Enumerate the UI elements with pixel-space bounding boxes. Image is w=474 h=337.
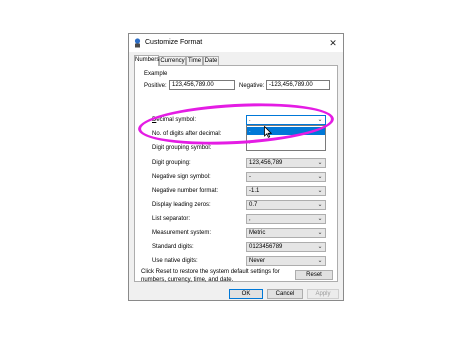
negative-sign-symbol-label: Negative sign symbol: bbox=[152, 174, 211, 180]
leading-zeros-combo[interactable]: 0.7 ⌄ bbox=[246, 200, 326, 210]
standard-digits-combo[interactable]: 0123456789 ⌄ bbox=[246, 242, 326, 252]
negative-example-field: -123,456,789.00 bbox=[266, 80, 330, 90]
mouse-pointer-icon bbox=[264, 126, 272, 138]
chevron-down-icon[interactable]: ⌄ bbox=[316, 159, 324, 167]
ok-button[interactable]: OK bbox=[229, 289, 263, 299]
use-native-digits-value: Never bbox=[249, 258, 266, 264]
chevron-down-icon[interactable]: ⌄ bbox=[316, 173, 324, 181]
reset-hint-line2: numbers, currency, time, and date. bbox=[141, 277, 234, 283]
list-separator-value: , bbox=[249, 216, 251, 222]
digit-grouping-combo[interactable]: 123,456,789 ⌄ bbox=[246, 158, 326, 168]
digit-grouping-label: Digit grouping: bbox=[152, 160, 191, 166]
tab-currency[interactable]: Currency bbox=[159, 56, 186, 65]
title-bar[interactable]: Customize Format ✕ bbox=[129, 34, 343, 52]
chevron-down-icon[interactable]: ⌄ bbox=[316, 187, 324, 195]
leading-zeros-value: 0.7 bbox=[249, 202, 258, 208]
measurement-system-combo[interactable]: Metric ⌄ bbox=[246, 228, 326, 238]
chevron-down-icon[interactable]: ⌄ bbox=[316, 257, 324, 265]
negative-number-format-label: Negative number format: bbox=[152, 188, 219, 194]
chevron-down-icon[interactable]: ⌄ bbox=[316, 201, 324, 209]
negative-sign-combo[interactable]: - ⌄ bbox=[246, 172, 326, 182]
digit-grouping-symbol-label: Digit grouping symbol: bbox=[152, 145, 212, 151]
customize-format-dialog: Customize Format ✕ Numbers Currency Time… bbox=[128, 33, 344, 301]
chevron-down-icon[interactable]: ⌄ bbox=[316, 215, 324, 223]
negative-number-format-combo[interactable]: -1.1 ⌄ bbox=[246, 186, 326, 196]
tab-date[interactable]: Date bbox=[203, 56, 219, 65]
standard-digits-label: Standard digits: bbox=[152, 244, 194, 250]
region-icon bbox=[134, 38, 141, 48]
digit-grouping-value: 123,456,789 bbox=[249, 160, 283, 166]
reset-button[interactable]: Reset bbox=[295, 270, 333, 280]
standard-digits-value: 0123456789 bbox=[249, 244, 283, 250]
list-separator-label: List separator: bbox=[152, 216, 191, 222]
negative-label: Negative: bbox=[239, 83, 265, 89]
tab-time[interactable]: Time bbox=[186, 56, 203, 65]
chevron-down-icon[interactable]: ⌄ bbox=[316, 229, 324, 237]
apply-button[interactable]: Apply bbox=[307, 289, 339, 299]
cancel-button[interactable]: Cancel bbox=[267, 289, 303, 299]
example-heading: Example bbox=[144, 71, 168, 77]
positive-label: Positive: bbox=[144, 83, 167, 89]
display-leading-zeros-label: Display leading zeros: bbox=[152, 202, 211, 208]
close-button[interactable]: ✕ bbox=[325, 35, 341, 51]
list-separator-combo[interactable]: , ⌄ bbox=[246, 214, 326, 224]
chevron-down-icon[interactable]: ⌄ bbox=[316, 243, 324, 251]
tab-numbers[interactable]: Numbers bbox=[134, 55, 159, 66]
negative-number-format-value: -1.1 bbox=[249, 188, 260, 194]
window-title: Customize Format bbox=[145, 39, 203, 46]
reset-hint-line1: Click Reset to restore the system defaul… bbox=[141, 269, 280, 275]
use-native-digits-combo[interactable]: Never ⌄ bbox=[246, 256, 326, 266]
positive-example-field: 123,456,789.00 bbox=[169, 80, 235, 90]
use-native-digits-label: Use native digits: bbox=[152, 258, 198, 264]
negative-sign-value: - bbox=[249, 174, 251, 180]
numbers-panel: Example Positive: 123,456,789.00 Negativ… bbox=[134, 65, 338, 282]
measurement-system-label: Measurement system: bbox=[152, 230, 212, 236]
measurement-system-value: Metric bbox=[249, 230, 266, 236]
